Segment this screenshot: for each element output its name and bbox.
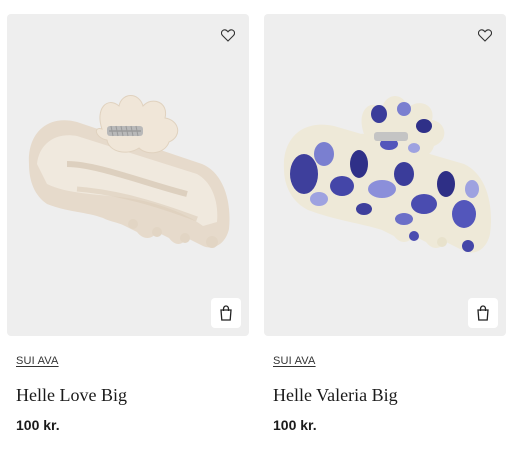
- add-to-cart-button[interactable]: [468, 298, 498, 328]
- product-image[interactable]: [264, 14, 506, 336]
- wishlist-heart-icon[interactable]: [476, 26, 494, 44]
- product-price: 100 kr.: [16, 417, 60, 433]
- product-name[interactable]: Helle Valeria Big: [273, 385, 398, 406]
- hair-claw-clip-blue-tortoise-image: [283, 96, 491, 253]
- product-name[interactable]: Helle Love Big: [16, 385, 127, 406]
- product-price: 100 kr.: [273, 417, 317, 433]
- product-image[interactable]: [7, 14, 249, 336]
- product-card-helle-love-big[interactable]: SUI AVA Helle Love Big 100 kr.: [7, 14, 249, 433]
- product-card-helle-valeria-big[interactable]: SUI AVA Helle Valeria Big 100 kr.: [264, 14, 506, 433]
- shopping-bag-icon: [477, 305, 489, 321]
- shopping-bag-icon: [220, 305, 232, 321]
- brand-link[interactable]: SUI AVA: [273, 355, 316, 367]
- add-to-cart-button[interactable]: [211, 298, 241, 328]
- wishlist-heart-icon[interactable]: [219, 26, 237, 44]
- hair-claw-clip-pearl-image: [28, 95, 230, 248]
- brand-link[interactable]: SUI AVA: [16, 355, 59, 367]
